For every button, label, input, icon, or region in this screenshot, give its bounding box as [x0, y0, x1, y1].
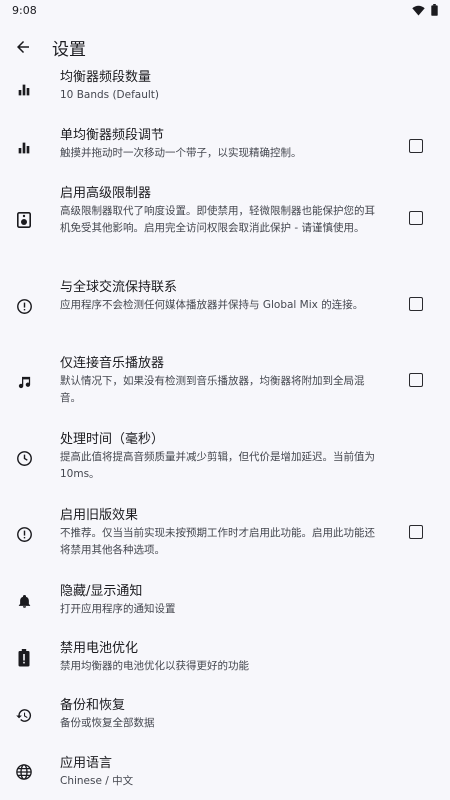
- single-band-checkbox[interactable]: [409, 139, 423, 153]
- setting-summary: 提高此值将提高音频质量并减少剪辑，但代价是增加延迟。当前值为 10ms。: [60, 451, 375, 480]
- setting-text: 处理时间（毫秒） 提高此值将提高音频质量并减少剪辑，但代价是增加延迟。当前值为 …: [60, 432, 380, 483]
- setting-summary: 不推荐。仅当当前实现未按预期工作时才启用此功能。启用此功能还将禁用其他各种选项。: [60, 527, 375, 556]
- equalizer-bars-icon: [14, 80, 34, 100]
- setting-summary: 禁用均衡器的电池优化以获得更好的功能: [60, 660, 249, 672]
- setting-text: 均衡器频段数量 10 Bands (Default): [60, 70, 380, 104]
- battery-alert-icon: [14, 648, 34, 668]
- alert-circle-icon: [14, 296, 34, 316]
- legacy-effects-checkbox[interactable]: [409, 525, 423, 539]
- setting-app-language[interactable]: 应用语言 Chinese / 中文: [0, 756, 450, 792]
- setting-title: 禁用电池优化: [60, 641, 139, 656]
- setting-summary: 应用程序不会检测任何媒体播放器并保持与 Global Mix 的连接。: [60, 299, 364, 311]
- status-icons: [412, 4, 438, 16]
- setting-summary: Chinese / 中文: [60, 775, 134, 787]
- back-button[interactable]: [10, 34, 36, 60]
- page-title: 设置: [52, 40, 86, 60]
- battery-icon: [431, 4, 438, 16]
- setting-title: 处理时间（毫秒）: [60, 432, 165, 447]
- setting-eq-band-count[interactable]: 均衡器频段数量 10 Bands (Default): [0, 70, 450, 122]
- setting-title: 与全球交流保持联系: [60, 280, 178, 295]
- alert-circle-icon: [14, 524, 34, 544]
- setting-text: 启用高级限制器 高级限制器取代了响度设置。即使禁用，轻微限制器也能保护您的耳机免…: [60, 186, 380, 237]
- setting-single-band-adjust[interactable]: 单均衡器频段调节 触摸并拖动时一次移动一个带子，以实现精确控制。: [0, 128, 450, 178]
- setting-title: 应用语言: [60, 756, 113, 771]
- bell-icon: [14, 591, 34, 611]
- setting-text: 单均衡器频段调节 触摸并拖动时一次移动一个带子，以实现精确控制。: [60, 128, 380, 162]
- app-bar: 设置: [0, 22, 450, 70]
- setting-title: 仅连接音乐播放器: [60, 356, 165, 371]
- setting-text: 仅连接音乐播放器 默认情况下，如果没有检测到音乐播放器，均衡器将附加到全局混音。: [60, 356, 380, 407]
- setting-text: 隐藏/显示通知 打开应用程序的通知设置: [60, 584, 380, 618]
- setting-stay-global-mix[interactable]: 与全球交流保持联系 应用程序不会检测任何媒体播放器并保持与 Global Mix…: [0, 280, 450, 332]
- setting-summary: 打开应用程序的通知设置: [60, 603, 176, 615]
- setting-battery-optimization[interactable]: 禁用电池优化 禁用均衡器的电池优化以获得更好的功能: [0, 641, 450, 677]
- setting-summary: 高级限制器取代了响度设置。即使禁用，轻微限制器也能保护您的耳机免受其他影响。启用…: [60, 205, 375, 234]
- setting-title: 隐藏/显示通知: [60, 584, 143, 599]
- setting-music-player-only[interactable]: 仅连接音乐播放器 默认情况下，如果没有检测到音乐播放器，均衡器将附加到全局混音。: [0, 356, 450, 408]
- clock-icon: [14, 448, 34, 468]
- wifi-icon: [412, 5, 425, 16]
- globe-icon: [14, 762, 34, 782]
- setting-summary: 默认情况下，如果没有检测到音乐播放器，均衡器将附加到全局混音。: [60, 375, 365, 404]
- music-note-icon: [14, 372, 34, 392]
- setting-text: 与全球交流保持联系 应用程序不会检测任何媒体播放器并保持与 Global Mix…: [60, 280, 380, 314]
- setting-backup-restore[interactable]: 备份和恢复 备份或恢复全部数据: [0, 698, 450, 734]
- setting-advanced-limiter[interactable]: 启用高级限制器 高级限制器取代了响度设置。即使禁用，轻微限制器也能保护您的耳机免…: [0, 186, 450, 254]
- setting-title: 启用旧版效果: [60, 508, 139, 523]
- setting-notifications[interactable]: 隐藏/显示通知 打开应用程序的通知设置: [0, 584, 450, 620]
- setting-summary: 触摸并拖动时一次移动一个带子，以实现精确控制。: [60, 147, 302, 159]
- status-time: 9:08: [12, 4, 37, 17]
- restore-icon: [14, 705, 34, 725]
- setting-title: 均衡器频段数量: [60, 70, 152, 85]
- setting-text: 备份和恢复 备份或恢复全部数据: [60, 698, 380, 732]
- setting-text: 禁用电池优化 禁用均衡器的电池优化以获得更好的功能: [60, 641, 380, 675]
- status-bar: 9:08: [0, 0, 450, 22]
- setting-title: 备份和恢复: [60, 698, 126, 713]
- arrow-back-icon: [14, 38, 32, 56]
- setting-legacy-effects[interactable]: 启用旧版效果 不推荐。仅当当前实现未按预期工作时才启用此功能。启用此功能还将禁用…: [0, 508, 450, 560]
- setting-processing-time[interactable]: 处理时间（毫秒） 提高此值将提高音频质量并减少剪辑，但代价是增加延迟。当前值为 …: [0, 432, 450, 484]
- setting-title: 启用高级限制器: [60, 186, 152, 201]
- setting-summary: 10 Bands (Default): [60, 89, 160, 101]
- setting-text: 应用语言 Chinese / 中文: [60, 756, 380, 790]
- global-mix-checkbox[interactable]: [409, 297, 423, 311]
- setting-summary: 备份或恢复全部数据: [60, 717, 155, 729]
- music-player-only-checkbox[interactable]: [409, 373, 423, 387]
- equalizer-bars-icon: [14, 138, 34, 158]
- advanced-limiter-checkbox[interactable]: [409, 211, 423, 225]
- setting-title: 单均衡器频段调节: [60, 128, 165, 143]
- speaker-icon: [14, 210, 34, 230]
- setting-text: 启用旧版效果 不推荐。仅当当前实现未按预期工作时才启用此功能。启用此功能还将禁用…: [60, 508, 380, 559]
